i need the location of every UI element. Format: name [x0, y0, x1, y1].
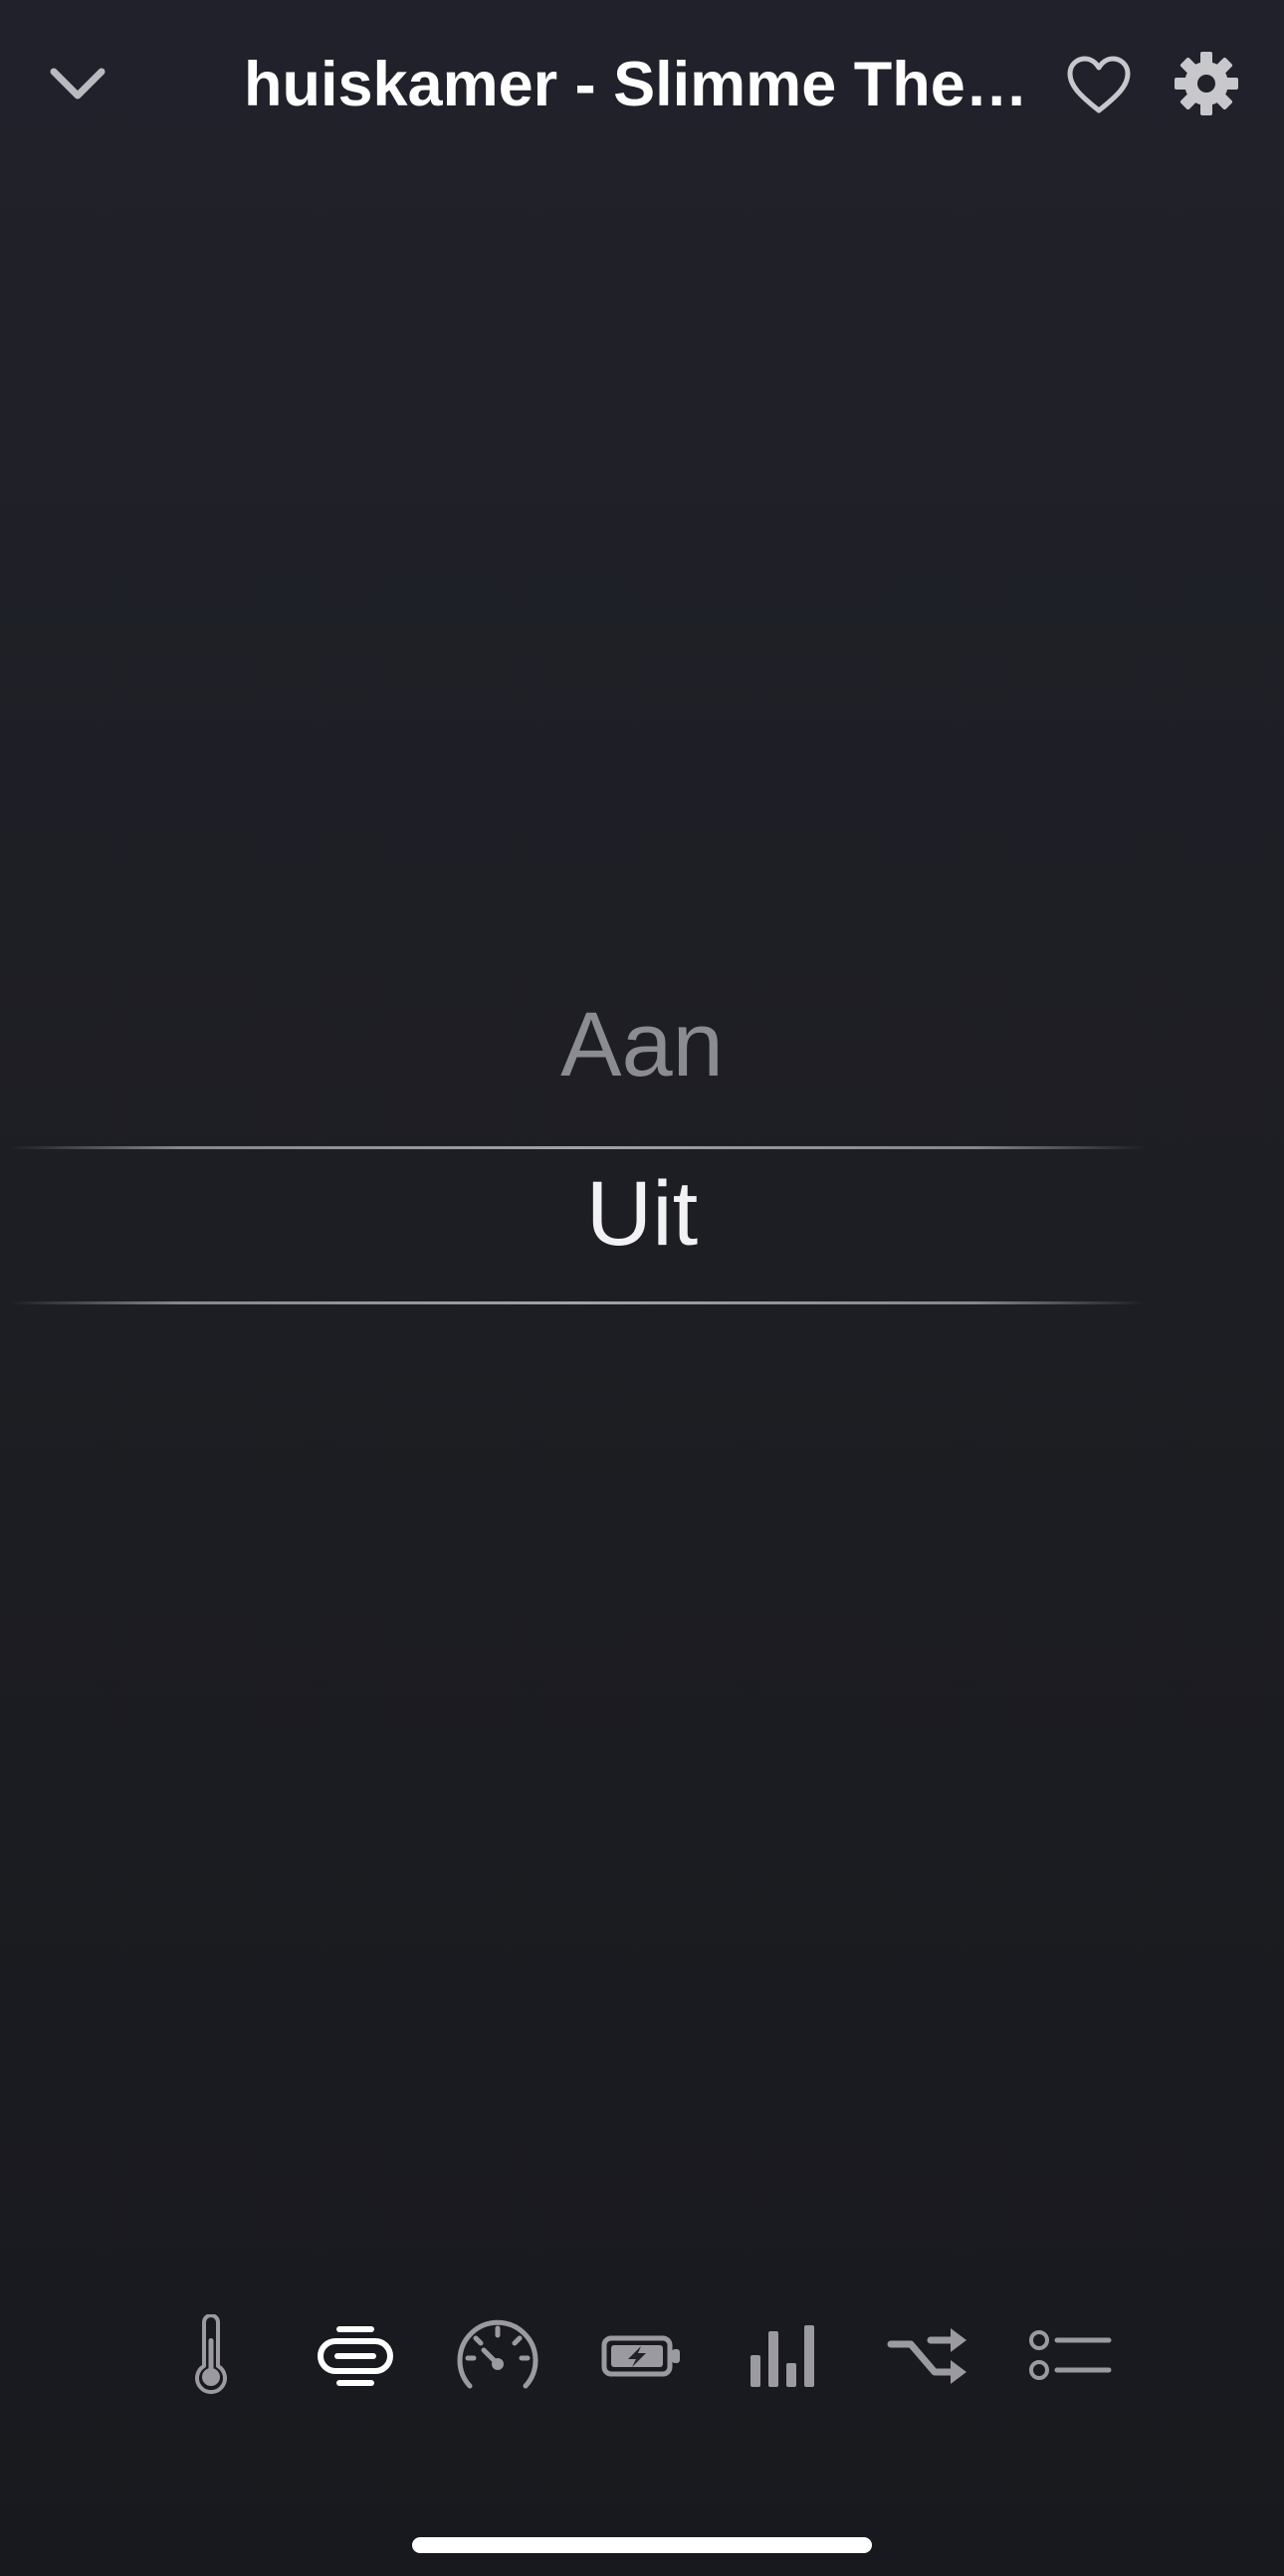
bar-chart-icon — [750, 2325, 814, 2387]
tab-temperature[interactable] — [161, 2306, 261, 2406]
settings-button[interactable] — [1165, 42, 1248, 125]
gauge-icon — [457, 2319, 538, 2389]
battery-charging-icon — [601, 2335, 680, 2377]
list-icon — [1029, 2330, 1112, 2380]
mode-picker[interactable]: Aan Uit — [0, 935, 1284, 1333]
tab-statistics[interactable] — [735, 2306, 834, 2406]
chevron-down-icon — [50, 68, 106, 99]
gear-icon — [1175, 52, 1238, 115]
tab-list[interactable] — [1021, 2306, 1121, 2406]
device-control-screen: huiskamer - Slimme Thermostaat — [0, 0, 1284, 2576]
back-button[interactable] — [38, 44, 117, 123]
bottom-tab-bar — [0, 2298, 1284, 2418]
picker-option-aan[interactable]: Aan — [0, 985, 1284, 1104]
thermometer-icon — [195, 2314, 227, 2395]
tab-automation[interactable] — [879, 2306, 978, 2406]
heart-icon — [1067, 56, 1131, 113]
favorite-button[interactable] — [1057, 44, 1141, 127]
header: huiskamer - Slimme Thermostaat — [0, 0, 1284, 169]
picker-selection-bottom-line — [10, 1301, 1145, 1304]
home-indicator[interactable] — [412, 2537, 872, 2553]
picker-option-uit[interactable]: Uit — [0, 1149, 1284, 1279]
page-title: huiskamer - Slimme Thermostaat — [244, 50, 1040, 119]
shuffle-icon — [887, 2328, 966, 2384]
tab-mode[interactable] — [306, 2306, 405, 2406]
tab-gauge[interactable] — [448, 2306, 547, 2406]
mode-switch-icon — [318, 2326, 393, 2386]
tab-battery[interactable] — [592, 2306, 692, 2406]
